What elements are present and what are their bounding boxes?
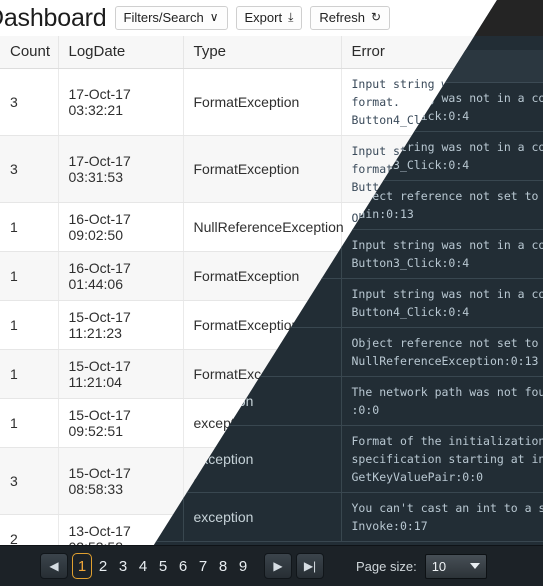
cell-type: NullReferenceException — [183, 202, 341, 251]
cell-error: Input string was not in a correctButton4… — [341, 278, 543, 327]
app-root: Dashboard Filters/Search ∨ Export ⤓ Refr… — [0, 0, 543, 586]
error-line: Object reference not set to an — [352, 334, 533, 352]
download-icon: ⤓ — [288, 10, 293, 25]
cell-type: FormatException — [183, 135, 341, 202]
page-number-2[interactable]: 2 — [94, 553, 112, 579]
cell-count: 3 — [0, 447, 58, 514]
cell-error: You can't cast an int to a stringInvoke:… — [341, 492, 543, 541]
error-line: GetKeyValuePair:0:0 — [352, 468, 533, 486]
cell-error: Object reference not set to anNullRefere… — [341, 327, 543, 376]
filters-search-button[interactable]: Filters/Search ∨ — [115, 6, 228, 30]
cell-logdate: 15-Oct-17 11:21:23 — [58, 300, 183, 349]
cell-error: Input string was not in a correctButton3… — [341, 229, 543, 278]
error-line: Object reference not set to an — [352, 187, 533, 205]
page-number-list: 123456789 — [72, 553, 254, 579]
page-number-5[interactable]: 5 — [154, 553, 172, 579]
page-number-9[interactable]: 9 — [234, 553, 252, 579]
error-line: NullReferenceException:0:13 — [352, 352, 533, 370]
caret-down-icon — [470, 563, 480, 569]
error-line: Input string was not in a correct — [352, 236, 533, 254]
cell-error: Format of the initializationspecificatio… — [341, 425, 543, 492]
cell-count: 1 — [0, 349, 58, 398]
refresh-icon: ↻ — [371, 10, 381, 25]
cell-logdate: 16-Oct-17 09:02:50 — [58, 202, 183, 251]
page-size-select[interactable]: 10 — [425, 554, 487, 579]
page-size-label: Page size: — [356, 559, 417, 574]
cell-type: FormatException — [183, 68, 341, 135]
error-line: Button4_Click:0:4 — [352, 303, 533, 321]
cell-count: 3 — [0, 68, 58, 135]
page-title: Dashboard — [0, 0, 107, 36]
error-line: specification starting at index — [352, 450, 533, 468]
page-number-1[interactable]: 1 — [72, 553, 92, 579]
page-number-4[interactable]: 4 — [134, 553, 152, 579]
filters-search-label: Filters/Search — [124, 10, 204, 25]
cell-logdate: 16-Oct-17 01:44:06 — [58, 251, 183, 300]
cell-count: 3 — [0, 135, 58, 202]
cell-count: 1 — [0, 251, 58, 300]
cell-logdate: 15-Oct-17 08:58:33 — [58, 447, 183, 514]
export-label: Export — [245, 10, 283, 25]
last-page-button[interactable]: ▶| — [296, 553, 324, 579]
error-line: Invoke:0:17 — [352, 517, 533, 535]
page-number-6[interactable]: 6 — [174, 553, 192, 579]
error-line: Input string was not in a correct — [352, 285, 533, 303]
page-size-value: 10 — [432, 559, 446, 574]
error-line: :0:0 — [352, 401, 533, 419]
chevron-down-icon: ∨ — [210, 10, 219, 25]
column-header-type[interactable]: Type — [183, 36, 341, 68]
error-line: Button3_Click:0:4 — [352, 254, 533, 272]
pagination-bar: ◀ 123456789 ▶ ▶| Page size: 10 — [0, 545, 543, 586]
refresh-label: Refresh — [319, 10, 365, 25]
error-line: Main:0:13 — [352, 205, 533, 223]
error-line: The network path was not found — [352, 383, 533, 401]
error-line: Format of the initialization — [352, 432, 533, 450]
export-button[interactable]: Export ⤓ — [236, 6, 303, 30]
refresh-button[interactable]: Refresh ↻ — [310, 6, 390, 30]
page-number-7[interactable]: 7 — [194, 553, 212, 579]
cell-error: The network path was not found:0:0 — [341, 376, 543, 425]
page-number-8[interactable]: 8 — [214, 553, 232, 579]
cell-count: 1 — [0, 398, 58, 447]
page-size-control: Page size: 10 — [356, 554, 487, 579]
column-header-count[interactable]: Count — [0, 36, 58, 68]
next-page-button[interactable]: ▶ — [264, 553, 292, 579]
cell-logdate: 17-Oct-17 03:31:53 — [58, 135, 183, 202]
cell-logdate: 15-Oct-17 11:21:04 — [58, 349, 183, 398]
cell-count: 1 — [0, 300, 58, 349]
error-line: You can't cast an int to a string — [352, 499, 533, 517]
cell-logdate: 15-Oct-17 09:52:51 — [58, 398, 183, 447]
page-number-3[interactable]: 3 — [114, 553, 132, 579]
cell-type: exception — [183, 492, 341, 541]
cell-count: 1 — [0, 202, 58, 251]
toolbar-light: Dashboard Filters/Search ∨ Export ⤓ Refr… — [0, 0, 543, 36]
cell-logdate: 17-Oct-17 03:32:21 — [58, 68, 183, 135]
prev-page-button[interactable]: ◀ — [40, 553, 68, 579]
column-header-logdate[interactable]: LogDate — [58, 36, 183, 68]
